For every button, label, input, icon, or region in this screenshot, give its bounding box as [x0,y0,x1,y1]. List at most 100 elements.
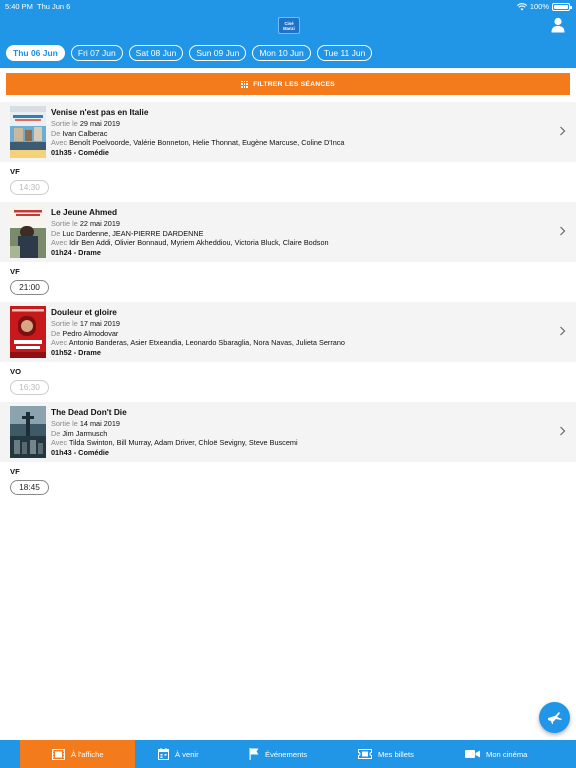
movie-poster [10,406,46,458]
showtime-button[interactable]: 14:30 [10,180,49,195]
showtime-button[interactable]: 21:00 [10,280,49,295]
bottom-tab-bar: À l'affiche À venir Événements Mes bille… [0,740,576,768]
day-tab-mon-10[interactable]: Mon 10 Jun [252,45,311,61]
release-label: Sortie le [51,418,78,428]
day-tab-tue-11[interactable]: Tue 11 Jun [316,45,373,61]
movie-info: Douleur et gloire Sortie le 17 mai 2019 … [51,307,345,358]
day-tab-thu-06[interactable]: Thu 06 Jun [6,45,65,61]
day-tab-sun-09[interactable]: Sun 09 Jun [189,45,247,61]
chevron-right-icon [560,426,566,436]
tab-a-laffiche[interactable]: À l'affiche [20,740,135,768]
version-label: VF [10,167,20,176]
chevron-right-icon [560,126,566,136]
version-label: VF [10,467,20,476]
movie-poster [10,106,46,158]
duration-genre: 01h35 - Comédie [51,148,109,158]
release-label: Sortie le [51,118,78,128]
flag-icon [249,748,259,760]
movie-title: Le Jeune Ahmed [51,207,118,217]
movie-poster [10,206,46,258]
chevron-right-icon [560,226,566,236]
duration-genre: 01h24 - Drame [51,248,101,258]
movie-info: Le Jeune Ahmed Sortie le 22 mai 2019 De … [51,207,329,258]
cast-names: Tilda Swinton, Bill Murray, Adam Driver,… [69,438,298,448]
status-date: Thu Jun 6 [37,2,71,11]
cast-names: Antonio Banderas, Asier Etxeandia, Leona… [68,338,345,348]
version-label: VF [10,267,20,276]
director-label: De [51,428,61,438]
movie-info: Venise n'est pas en Italie Sortie le 29 … [51,107,344,158]
release-line: Sortie le 14 mai 2019 [51,419,298,429]
tab-mon-cinema[interactable]: Mon cinéma [457,740,527,768]
release-label: Sortie le [51,218,78,228]
filter-label: FILTRER LES SÉANCES [253,80,335,88]
tab-label: Mes billets [378,749,414,759]
grid-icon [241,80,249,88]
cinema-camera-icon [465,750,480,758]
movie-row[interactable]: Le Jeune Ahmed Sortie le 22 mai 2019 De … [0,202,576,262]
director-name: Pedro Almodovar [62,328,119,338]
cast-names: Idir Ben Addi, Olivier Bonnaud, Myriem A… [69,238,329,248]
profile-icon[interactable] [551,17,565,33]
cast-line: Avec Idir Ben Addi, Olivier Bonnaud, Myr… [51,238,329,248]
duration-genre: 01h43 - Comédie [51,448,109,458]
day-tab-sat-08[interactable]: Sat 08 Jun [128,45,184,61]
movie-info: The Dead Don't Die Sortie le 14 mai 2019… [51,407,298,458]
tab-label: Mon cinéma [486,749,528,759]
film-icon [52,748,65,760]
plane-check-icon [547,711,562,724]
cast-label: Avec [51,138,68,148]
cast-line: Avec Antonio Banderas, Asier Etxeandia, … [51,338,345,348]
showtime-button[interactable]: 18:45 [10,480,49,495]
app-logo[interactable]: Ciné Manzi [278,17,300,34]
filter-showtimes-button[interactable]: FILTRER LES SÉANCES [6,73,570,95]
tab-label: Événements [265,749,308,759]
battery-percent: 100% [529,2,549,11]
movie-row[interactable]: The Dead Don't Die Sortie le 14 mai 2019… [0,402,576,462]
chevron-right-icon [560,326,566,336]
version-label: VO [10,367,21,376]
status-bar: 5:40 PM Thu Jun 6 100% [0,0,576,14]
tab-label: À l'affiche [71,749,104,759]
release-date: 17 mai 2019 [79,318,120,328]
battery-icon [552,2,572,11]
release-date: 29 mai 2019 [79,118,120,128]
calendar-icon [158,748,169,760]
director-line: De Pedro Almodovar [51,329,345,339]
movie-title: The Dead Don't Die [51,407,127,417]
tab-a-venir[interactable]: À venir [150,740,199,768]
director-label: De [51,228,61,238]
duration-genre: 01h52 - Drame [51,348,101,358]
quick-action-button[interactable] [539,702,570,733]
status-time: 5:40 PM [5,2,33,11]
status-right: 100% [516,2,572,11]
movie-poster [10,306,46,358]
release-date: 14 mai 2019 [79,418,120,428]
director-line: De Jim Jarmusch [51,429,298,439]
logo-text-bottom: Manzi [283,26,295,31]
movie-row[interactable]: Douleur et gloire Sortie le 17 mai 2019 … [0,302,576,362]
cast-line: Avec Tilda Swinton, Bill Murray, Adam Dr… [51,438,298,448]
day-tab-fri-07[interactable]: Fri 07 Jun [70,45,123,61]
day-selector: Thu 06 Jun Fri 07 Jun Sat 08 Jun Sun 09 … [6,45,373,61]
showtime-button[interactable]: 16:30 [10,380,49,395]
movie-title: Venise n'est pas en Italie [51,107,149,117]
app-header: 5:40 PM Thu Jun 6 100% Ciné Manzi Thu 06… [0,0,576,68]
tab-evenements[interactable]: Événements [241,740,307,768]
movie-title: Douleur et gloire [51,307,117,317]
cast-label: Avec [51,338,68,348]
movie-row[interactable]: Venise n'est pas en Italie Sortie le 29 … [0,102,576,162]
director-name: Ivan Calberac [62,128,108,138]
cast-label: Avec [51,438,68,448]
tab-mes-billets[interactable]: Mes billets [350,740,414,768]
release-line: Sortie le 29 mai 2019 [51,119,344,129]
release-date: 22 mai 2019 [79,218,120,228]
cast-line: Avec Benoît Poelvoorde, Valérie Bonneton… [51,138,344,148]
director-label: De [51,328,61,338]
director-name: Luc Dardenne, JEAN-PIERRE DARDENNE [62,228,204,238]
release-label: Sortie le [51,318,78,328]
release-line: Sortie le 22 mai 2019 [51,219,329,229]
wifi-icon [516,2,527,10]
tab-label: À venir [175,749,199,759]
director-label: De [51,128,61,138]
